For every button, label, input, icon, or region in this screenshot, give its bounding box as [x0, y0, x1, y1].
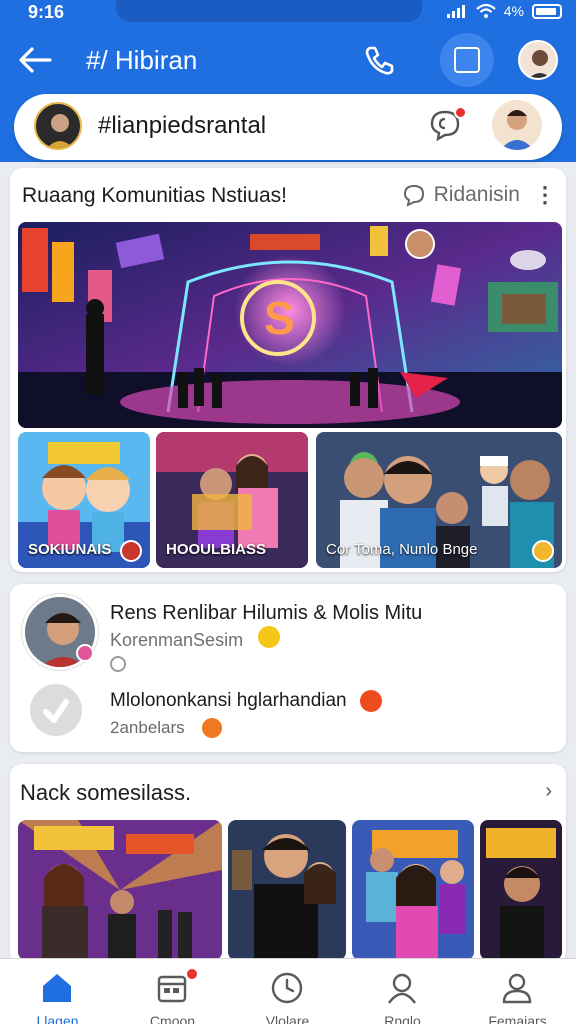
post-card[interactable]: Rens Renlibar Hilumis & Molis Mitu Koren… [10, 584, 566, 752]
thumbnail-card[interactable]: HOOULBIASS [156, 432, 308, 568]
thumbnail-label: SOKIUNAIS [28, 541, 112, 558]
fire-emoji-icon [202, 718, 222, 738]
section-card: Nack somesilass. › [10, 764, 566, 964]
back-arrow-icon[interactable] [16, 42, 54, 78]
globe-icon [110, 656, 126, 672]
signal-icon [446, 5, 465, 18]
phone-icon[interactable] [360, 40, 400, 80]
nav-item-people[interactable]: Rnglo [345, 959, 460, 1024]
community-action-label: Ridanisin [433, 183, 520, 206]
group-avatar[interactable] [34, 102, 82, 150]
app-header: 9:16 4% #/ Hibiran #lianpiedsrantal [0, 0, 576, 162]
thumbs-up-emoji-icon [258, 626, 280, 648]
thumbnail-card[interactable]: Cor Toma, Nunlo Bnge [316, 432, 562, 568]
nav-label: Llagen [36, 1013, 79, 1024]
nav-label: Vlolare [265, 1013, 310, 1024]
clock-icon [271, 972, 303, 1004]
people-icon [388, 973, 416, 1004]
app-bar: #/ Hibiran [0, 30, 576, 90]
community-title: Ruaang Komunitias Nstiuas! [22, 184, 287, 207]
community-card: Ruaang Komunitias Nstiuas! Ridanisin ⋮ S… [10, 168, 566, 572]
reply-icon[interactable] [30, 684, 82, 736]
wifi-icon [476, 3, 496, 18]
nav-label: Rnglo [384, 1013, 421, 1024]
share-screen-icon [454, 47, 480, 73]
notification-dot [454, 106, 467, 119]
post-title: Rens Renlibar Hilumis & Molis Mitu [110, 602, 423, 624]
battery-icon [532, 3, 562, 19]
nav-item-clock[interactable]: Vlolare [230, 959, 345, 1024]
reply-title: Mlolononkansi hglarhandian [110, 690, 347, 711]
avatar-icon [529, 50, 551, 78]
user-avatar[interactable] [518, 40, 558, 80]
nav-label: Femaiars [488, 1013, 547, 1024]
search-bar[interactable]: #lianpiedsrantal [14, 94, 562, 160]
thumbnail-card[interactable]: SOKIUNAIS [18, 432, 150, 568]
nav-item-home[interactable]: Llagen [0, 959, 115, 1024]
status-time: 9:16 [28, 2, 65, 22]
avatar-badge-icon [76, 644, 94, 662]
media-thumbnail[interactable] [228, 820, 346, 960]
status-icons: 4% [446, 3, 562, 19]
notification-dot [185, 967, 199, 981]
badge-icon [532, 540, 554, 562]
angry-emoji-icon [360, 690, 382, 712]
chevron-right-icon[interactable]: › [545, 780, 552, 803]
share-screen-button[interactable] [440, 33, 494, 87]
avatar-icon [47, 114, 73, 148]
media-thumbnail[interactable] [18, 820, 222, 960]
bottom-navigation: Llagen Cmoon Vlolare Rnglo Femaiars [0, 958, 576, 1024]
hero-banner-image[interactable]: S [18, 222, 562, 428]
avatar-icon [500, 110, 534, 150]
battery-percent: 4% [503, 3, 524, 19]
profile-icon [502, 973, 532, 1004]
thumbnail-label: HOOULBIASS [166, 541, 267, 558]
section-title: Nack somesilass. [20, 780, 192, 805]
community-action[interactable]: Ridanisin ⋮ [402, 182, 556, 208]
camera-notch [116, 0, 422, 22]
thumbnail-label: Cor Toma, Nunlo Bnge [326, 541, 478, 558]
home-icon [43, 974, 71, 1002]
media-thumbnail[interactable] [480, 820, 562, 960]
media-thumbnail[interactable] [352, 820, 474, 960]
status-bar: 9:16 4% [0, 0, 576, 24]
nav-label: Cmoon [149, 1013, 196, 1024]
contact-avatar[interactable] [492, 100, 542, 150]
nav-item-profile[interactable]: Femaiars [460, 959, 575, 1024]
more-options-icon[interactable]: ⋮ [534, 182, 556, 208]
reply-subtitle: 2anbelars [110, 718, 185, 737]
comment-icon [403, 184, 424, 207]
badge-icon [120, 540, 142, 562]
search-input[interactable]: #lianpiedsrantal [98, 112, 266, 140]
page-title: #/ Hibiran [86, 45, 198, 75]
svg-text:S: S [264, 292, 295, 344]
nav-item-calendar[interactable]: Cmoon [115, 959, 230, 1024]
post-subtitle: KorenmanSesim [110, 630, 244, 650]
